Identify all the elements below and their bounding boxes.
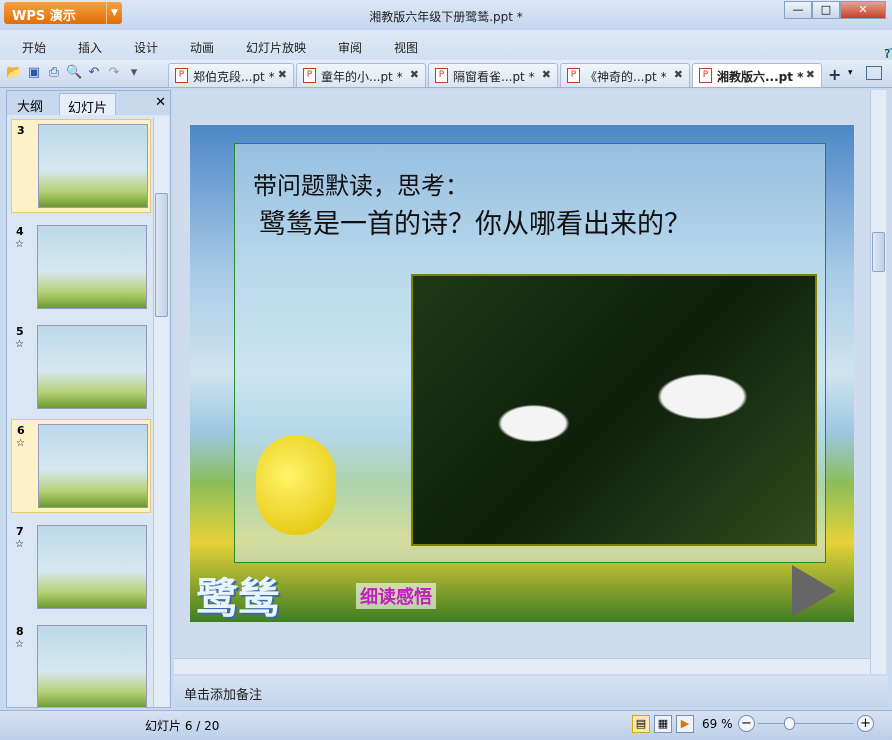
menu-design[interactable]: 设计 [134,39,158,56]
help-icon[interactable]: ? [884,47,890,61]
tab-slides[interactable]: 幻灯片 [59,93,117,116]
print-preview-icon[interactable]: 🔍 [66,65,82,81]
status-bar: 幻灯片 6 / 20 ▤ ▦ ▶ 69 % − + [0,710,892,740]
slide-number: 6 [17,424,25,437]
scrollbar-thumb[interactable] [872,232,885,272]
minimize-button[interactable]: — [784,1,812,19]
slide-preview [37,625,147,707]
tab-label: 隔窗看雀...pt * [453,70,535,84]
close-tab-icon[interactable]: ✖ [806,68,815,81]
animation-star-icon: ☆ [16,438,25,449]
animation-star-icon: ☆ [15,239,24,250]
slide-thumbnail[interactable]: 8 ☆ [11,621,151,707]
egrets-photo[interactable] [411,274,817,546]
notes-pane[interactable]: 单击添加备注 [174,676,888,708]
menu-animation[interactable]: 动画 [190,39,214,56]
zoom-slider-handle[interactable] [784,717,795,730]
animation-star-icon: ☆ [15,539,24,550]
animation-star-icon: ☆ [15,339,24,350]
slide-number: 8 [16,625,24,638]
slideshow-view-icon[interactable]: ▶ [676,715,694,733]
slide-question[interactable]: 鹭鸶是一首的诗？你从哪看出来的？ [259,202,691,241]
doc-tab[interactable]: P 《神奇的...pt * ✖ [560,63,690,87]
slide-number: 7 [16,525,24,538]
section-label: 细读感悟 [356,583,436,609]
lesson-title-logo: 鹭鸶 [196,574,281,622]
slide-number: 4 [16,225,24,238]
zoom-level: 69 % [702,717,733,731]
zoom-out-icon[interactable]: − [738,715,755,732]
menu-insert[interactable]: 插入 [78,39,102,56]
scrollbar-thumb[interactable] [155,193,168,317]
ppt-file-icon: P [435,68,448,83]
normal-view-icon[interactable]: ▤ [632,715,650,733]
open-icon[interactable]: 📂 [6,65,22,81]
notes-placeholder[interactable]: 单击添加备注 [184,688,262,703]
slide-thumbnail[interactable]: 7 ☆ [11,521,151,615]
zoom-in-icon[interactable]: + [857,715,874,732]
ppt-file-icon: P [567,68,580,83]
tab-outline[interactable]: 大纲 [9,93,51,115]
slides-pane: 大纲 幻灯片 ✕ 3 4 ☆ 5 ☆ 6 ☆ 7 ☆ 8 ☆ [6,90,171,708]
ppt-file-icon: P [175,68,188,83]
redo-icon[interactable]: ↷ [106,65,122,81]
slide-number: 3 [17,124,25,137]
close-tab-icon[interactable]: ✖ [542,68,551,81]
close-tab-icon[interactable]: ✖ [674,68,683,81]
doc-tab[interactable]: P 郑伯克段...pt * ✖ [168,63,294,87]
tab-label: 湘教版六...pt * [717,70,804,84]
document-tab-bar: 📂 ▣ ⎙ 🔍 ↶ ↷ ▾ P 郑伯克段...pt * ✖ P 童年的小...pt *… [0,60,892,88]
window-mode-icon[interactable] [866,66,882,80]
zoom-slider[interactable]: − + [738,715,874,733]
slide-thumbnail[interactable]: 4 ☆ [11,221,151,315]
thumbnails-scrollbar[interactable] [153,117,169,707]
doc-tab[interactable]: P 隔窗看雀...pt * ✖ [428,63,558,87]
menu-home[interactable]: 开始 [22,39,46,56]
maximize-button[interactable]: □ [812,1,840,19]
close-tab-icon[interactable]: ✖ [278,68,287,81]
doc-tab-active[interactable]: P 湘教版六...pt * ✖ [692,63,822,87]
save-icon[interactable]: ▣ [26,65,42,81]
slide-preview [38,424,148,508]
slide-preview [37,225,147,309]
slide-count: 幻灯片 6 / 20 [145,719,220,733]
slide-horizontal-scrollbar[interactable] [174,658,870,674]
close-button[interactable]: ✕ [840,1,886,19]
tab-label: 郑伯克段...pt * [193,70,275,84]
animation-star-icon: ☆ [15,639,24,650]
new-tab-button[interactable]: + [828,65,841,84]
undo-icon[interactable]: ↶ [86,65,102,81]
tab-label: 《神奇的...pt * [585,70,667,84]
title-bar: WPS 演示 ▼ 湘教版六年级下册鹭鸶.ppt * — □ ✕ [0,0,892,30]
slide-thumbnail[interactable]: 3 [11,119,151,213]
slide-number: 5 [16,325,24,338]
chevron-down-icon[interactable]: ▾ [848,68,853,78]
slide-vertical-scrollbar[interactable] [870,90,886,674]
ppt-file-icon: P [303,68,316,83]
slide-preview [37,525,147,609]
slide-preview [37,325,147,409]
slide-preview [38,124,148,208]
menu-view[interactable]: 视图 [394,39,418,56]
next-arrow-icon[interactable] [792,565,836,617]
slide-sorter-view-icon[interactable]: ▦ [654,715,672,733]
slide-thumbnail[interactable]: 5 ☆ [11,321,151,415]
menu-slideshow[interactable]: 幻灯片放映 [246,39,306,56]
window-title: 湘教版六年级下册鹭鸶.ppt * [369,10,523,24]
slide-heading[interactable]: 带问题默读，思考： [253,166,469,201]
close-pane-icon[interactable]: ✕ [155,95,166,110]
tab-label: 童年的小...pt * [321,70,403,84]
slide-thumbnail-current[interactable]: 6 ☆ [11,419,151,513]
pineapple-mascot-image [256,435,336,535]
menu-review[interactable]: 审阅 [338,39,362,56]
editor-area: 带问题默读，思考： 鹭鸶是一首的诗？你从哪看出来的？ 鹭鸶 细读感悟 [174,90,888,674]
doc-tab[interactable]: P 童年的小...pt * ✖ [296,63,426,87]
ppt-file-icon: P [699,68,712,83]
slide-canvas[interactable]: 带问题默读，思考： 鹭鸶是一首的诗？你从哪看出来的？ 鹭鸶 细读感悟 [190,125,854,622]
customize-toolbar-icon[interactable]: ▾ [126,65,142,81]
print-icon[interactable]: ⎙ [46,65,62,81]
close-tab-icon[interactable]: ✖ [410,68,419,81]
menu-bar: 开始 插入 设计 动画 幻灯片放映 审阅 视图 ⌄ 👕 ? [0,30,892,61]
